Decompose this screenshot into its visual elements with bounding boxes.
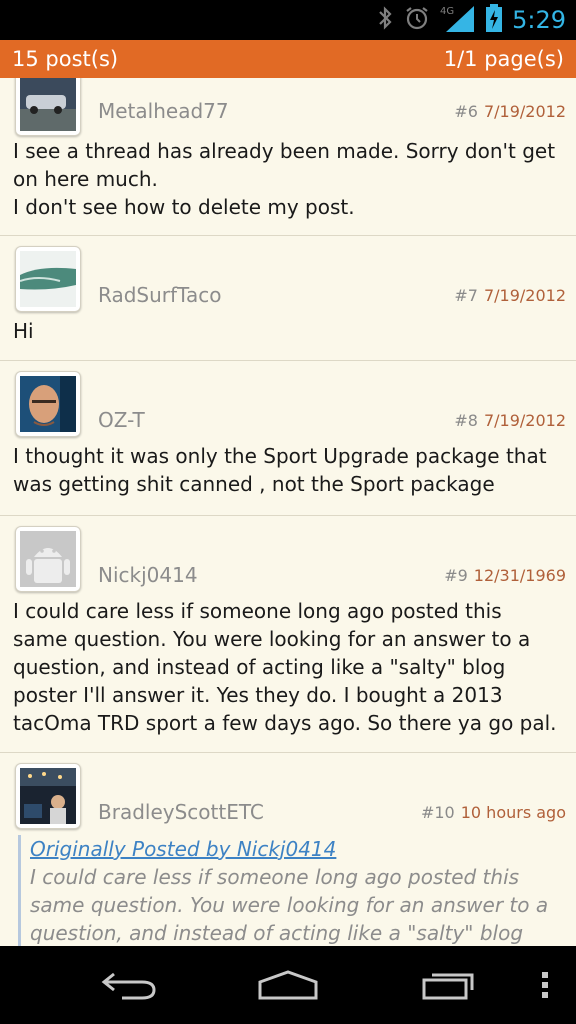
android-default-avatar: [20, 531, 76, 587]
post-date: 7/19/2012: [483, 411, 566, 430]
user-avatar[interactable]: [15, 78, 81, 136]
post-line: poster I'll answer it. Yes they do. I bo…: [13, 683, 503, 707]
post-item[interactable]: Metalhead77 #6 7/19/2012 I see a thread h…: [0, 78, 576, 236]
home-button[interactable]: [248, 962, 328, 1008]
signal-icon: 4G: [440, 4, 476, 37]
post-list[interactable]: Metalhead77 #6 7/19/2012 I see a thread h…: [0, 78, 576, 946]
post-number: #7: [454, 286, 478, 305]
post-line: I could care less if someone long ago po…: [13, 599, 502, 623]
recent-apps-button[interactable]: [410, 962, 490, 1008]
status-bar: 4G 5:29: [0, 0, 576, 40]
battery-charging-icon: [486, 3, 503, 37]
post-date: 7/19/2012: [483, 102, 566, 121]
post-count: 15 post(s): [12, 47, 119, 71]
post-line: question, and instead of acting like a "…: [13, 655, 506, 679]
back-button[interactable]: [90, 962, 170, 1008]
post-item[interactable]: RadSurfTaco #7 7/19/2012 Hi: [0, 236, 576, 361]
overflow-menu-button[interactable]: [528, 962, 562, 1008]
post-date: 12/31/1969: [473, 566, 566, 585]
post-meta: #10 10 hours ago: [421, 803, 566, 822]
alarm-icon: [404, 5, 430, 36]
post-meta: #8 7/19/2012: [454, 411, 566, 430]
quote-source-link[interactable]: Originally Posted by Nickj0414: [30, 835, 566, 863]
car-photo-image: [20, 78, 76, 131]
quote-block: Originally Posted by Nickj0414 I could c…: [18, 835, 566, 946]
post-date: 10 hours ago: [460, 803, 566, 822]
post-date: 7/19/2012: [483, 286, 566, 305]
post-username[interactable]: BradleyScottETC: [98, 800, 264, 824]
post-number: #6: [454, 102, 478, 121]
user-avatar[interactable]: [15, 371, 81, 437]
post-line: same question. You were looking for an a…: [13, 627, 531, 651]
post-meta: #7 7/19/2012: [454, 286, 566, 305]
post-item[interactable]: OZ-T #8 7/19/2012 I thought it was only t…: [0, 361, 576, 516]
face-photo-image: [20, 376, 76, 432]
page-indicator[interactable]: 1/1 page(s): [444, 47, 564, 71]
system-navigation-bar: [0, 946, 576, 1024]
bluetooth-icon: [376, 5, 394, 36]
recent-apps-icon: [422, 973, 474, 1000]
post-meta: #6 7/19/2012: [454, 102, 566, 121]
wave-photo-image: [20, 251, 76, 307]
post-body: I could care less if someone long ago po…: [13, 597, 563, 737]
post-username[interactable]: RadSurfTaco: [98, 283, 221, 307]
back-icon: [101, 972, 156, 1000]
user-avatar[interactable]: [15, 246, 81, 312]
network-type-label: 4G: [440, 6, 454, 17]
user-avatar[interactable]: [15, 526, 81, 592]
overflow-menu-icon: [542, 972, 548, 998]
post-number: #9: [444, 566, 468, 585]
post-body: I see a thread has already been made. So…: [13, 137, 563, 221]
post-item[interactable]: BradleyScottETC #10 10 hours ago Original…: [0, 753, 576, 946]
thread-header-bar: 15 post(s) 1/1 page(s): [0, 40, 576, 78]
post-body: Hi: [13, 317, 563, 345]
post-body: I thought it was only the Sport Upgrade …: [13, 442, 563, 498]
post-username[interactable]: OZ-T: [98, 408, 145, 432]
post-number: #8: [454, 411, 478, 430]
home-icon: [258, 970, 318, 1000]
post-line: Hi: [13, 319, 34, 343]
quote-line: I could care less if someone long ago po…: [30, 865, 520, 889]
clock: 5:29: [512, 6, 566, 34]
post-number: #10: [420, 803, 455, 822]
quote-line: same question. You were looking for an a…: [30, 893, 549, 917]
post-username[interactable]: Metalhead77: [98, 99, 229, 123]
night-photo-image: [20, 768, 76, 824]
post-line: I thought it was only the Sport Upgrade …: [13, 444, 547, 468]
post-meta: #9 12/31/1969: [444, 566, 566, 585]
quote-line: question, and instead of acting like a "…: [30, 921, 524, 945]
user-avatar[interactable]: [15, 763, 81, 829]
post-line: on here much.: [13, 167, 158, 191]
post-item[interactable]: Nickj0414 #9 12/31/1969 I could care less…: [0, 516, 576, 753]
post-line: was getting shit canned , not the Sport …: [13, 472, 495, 496]
post-line: tacOma TRD sport a few days ago. So ther…: [13, 711, 557, 735]
post-line: I don't see how to delete my post.: [13, 195, 355, 219]
post-username[interactable]: Nickj0414: [98, 563, 198, 587]
post-line: I see a thread has already been made. So…: [13, 139, 556, 163]
